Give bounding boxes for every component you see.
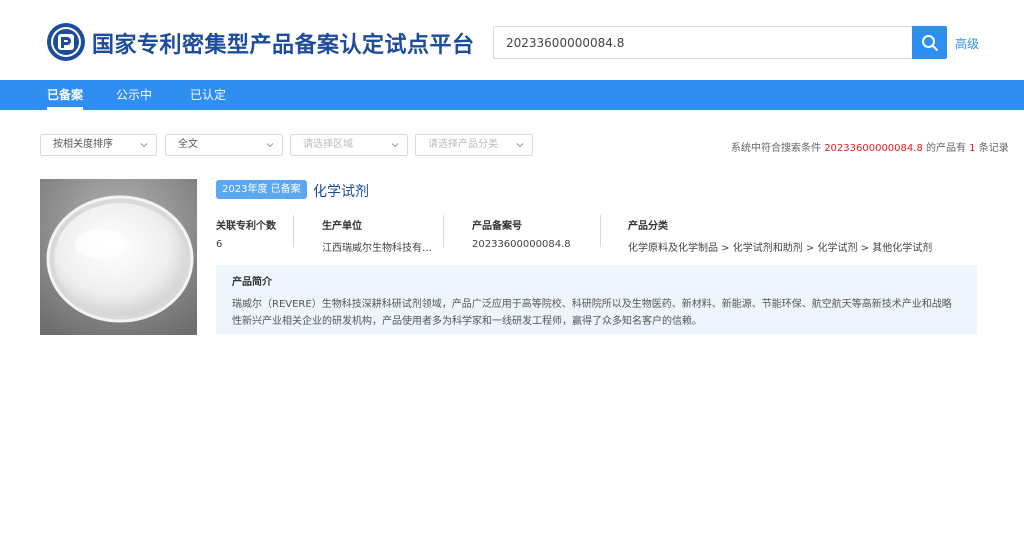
category-value: 化学原料及化学制品 > 化学试剂和助剂 > 化学试剂 > 其他化学试剂 — [628, 243, 933, 254]
summary-suffix: 条记录 — [975, 143, 1009, 154]
category-select-placeholder: 请选择产品分类 — [428, 139, 498, 150]
summary-query: 20233600000084.8 — [824, 143, 923, 154]
patent-count-column: 关联专利个数 6 — [216, 217, 286, 250]
search-button[interactable] — [912, 26, 947, 59]
scope-select[interactable]: 全文 — [165, 134, 283, 156]
record-number-column: 产品备案号 20233600000084.8 — [472, 217, 592, 250]
summary-prefix: 系统中符合搜索条件 — [731, 143, 825, 154]
manufacturer-column: 生产单位 江西瑞威尔生物科技有… — [322, 217, 436, 254]
header: 国家专利密集型产品备案认定试点平台 高级 — [0, 0, 1024, 80]
advanced-search-link[interactable]: 高级 — [955, 35, 979, 52]
record-number-value: 20233600000084.8 — [472, 239, 571, 250]
intro-text: 瑞威尔（REVERE）生物科技深耕科研试剂领域，产品广泛应用于高等院校、科研院所… — [232, 299, 952, 327]
result-summary: 系统中符合搜索条件 20233600000084.8 的产品有 1 条记录 — [731, 139, 1009, 154]
intro-title: 产品简介 — [232, 277, 272, 288]
region-select-placeholder: 请选择区域 — [303, 139, 353, 150]
product-intro: 产品简介 瑞威尔（REVERE）生物科技深耕科研试剂领域，产品广泛应用于高等院校… — [216, 265, 977, 334]
column-divider — [293, 215, 294, 247]
search-input[interactable] — [494, 27, 913, 58]
category-select[interactable]: 请选择产品分类 — [415, 134, 533, 156]
tab-certified[interactable]: 已认定 — [190, 80, 226, 110]
column-divider — [443, 215, 444, 247]
tab-public-notice[interactable]: 公示中 — [116, 80, 152, 110]
column-divider — [600, 215, 601, 247]
product-image[interactable] — [40, 179, 197, 335]
record-number-label: 产品备案号 — [472, 221, 522, 232]
chevron-down-icon — [140, 143, 148, 148]
summary-middle: 的产品有 — [922, 143, 970, 154]
patent-count-value: 6 — [216, 239, 223, 250]
manufacturer-value: 江西瑞威尔生物科技有… — [322, 243, 432, 254]
chevron-down-icon — [266, 143, 274, 148]
product-title-link[interactable]: 化学试剂 — [313, 181, 369, 201]
category-label: 产品分类 — [628, 221, 668, 232]
region-select[interactable]: 请选择区域 — [290, 134, 408, 156]
search-box — [493, 26, 913, 59]
tab-filed[interactable]: 已备案 — [47, 80, 84, 110]
site-title: 国家专利密集型产品备案认定试点平台 — [92, 33, 475, 58]
sort-select[interactable]: 按相关度排序 — [40, 134, 157, 156]
powder-dish-picture — [40, 179, 197, 335]
sort-select-value: 按相关度排序 — [53, 139, 113, 150]
patent-count-label: 关联专利个数 — [216, 221, 276, 232]
main-nav: 已备案 公示中 已认定 — [0, 80, 1024, 110]
category-column: 产品分类 化学原料及化学制品 > 化学试剂和助剂 > 化学试剂 > 其他化学试剂 — [628, 217, 968, 254]
scope-select-value: 全文 — [178, 139, 198, 150]
year-status-badge: 2023年度 已备案 — [216, 180, 307, 199]
search-icon — [921, 34, 938, 51]
logo-emblem-icon — [47, 23, 85, 61]
chevron-down-icon — [391, 143, 399, 148]
manufacturer-label: 生产单位 — [322, 221, 362, 232]
chevron-down-icon — [516, 143, 524, 148]
